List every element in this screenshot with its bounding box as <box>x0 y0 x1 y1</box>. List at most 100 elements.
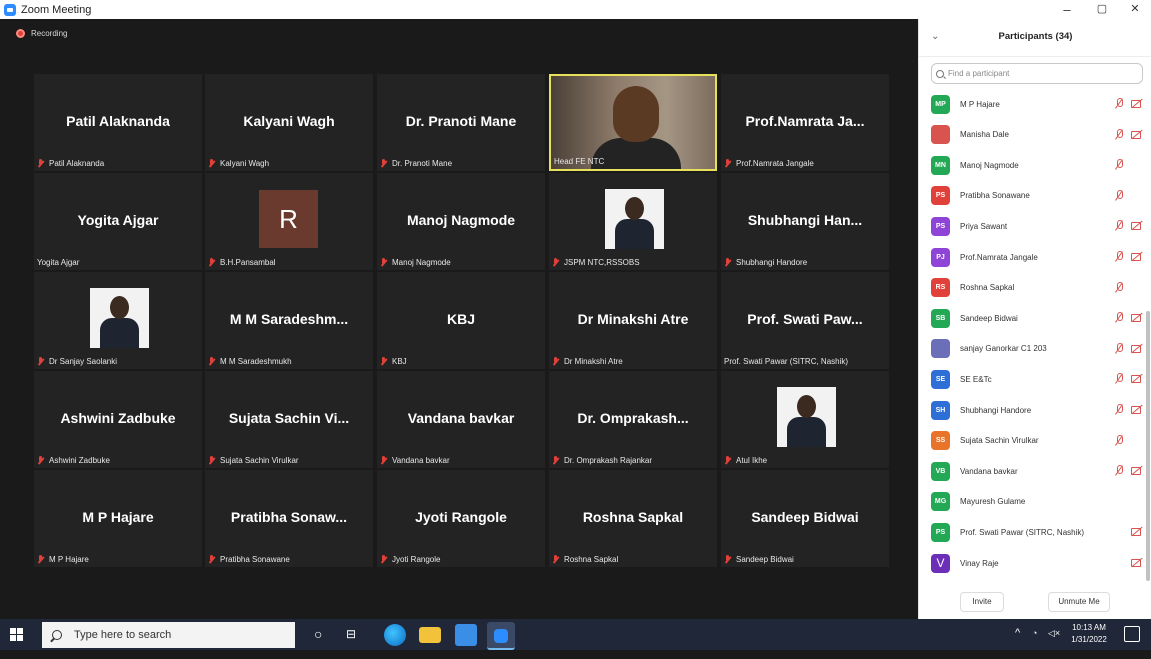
file-explorer-icon[interactable] <box>419 627 441 643</box>
tile-display-name: Manoj Nagmode <box>406 212 516 228</box>
video-tile[interactable]: Ashwini Zadbuke Ashwini Zadbuke <box>34 371 202 468</box>
mic-off-icon <box>1114 312 1125 323</box>
recording-indicator[interactable]: Recording <box>16 29 67 38</box>
participant-row[interactable]: MP M P Hajare <box>931 89 1149 119</box>
video-tile[interactable]: Sandeep Bidwai Sandeep Bidwai <box>721 470 889 567</box>
zoom-taskbar-icon[interactable] <box>487 622 515 650</box>
participant-row[interactable]: MG Mayuresh Gulame <box>931 487 1149 517</box>
mic-off-icon <box>1114 373 1125 384</box>
tile-name-text: Roshna Sapkal <box>564 555 619 564</box>
network-icon[interactable]: ◔ <box>1032 628 1037 659</box>
participant-row[interactable]: PJ Prof.Namrata Jangale <box>931 242 1149 272</box>
tile-name-label: Sujata Sachin Virulkar <box>208 456 299 465</box>
camera-off-icon <box>1131 343 1143 353</box>
notifications-icon[interactable] <box>1124 626 1140 642</box>
video-tile[interactable]: KBJ KBJ <box>377 272 545 369</box>
video-tile[interactable]: Patil Alaknanda Patil Alaknanda <box>34 74 202 171</box>
tile-name-label: Dr. Omprakash Rajankar <box>552 456 652 465</box>
video-tile[interactable]: Shubhangi Han... Shubhangi Handore <box>721 173 889 270</box>
cortana-icon[interactable]: ○ <box>314 626 322 657</box>
invite-button[interactable]: Invite <box>960 592 1004 612</box>
participant-status-icons <box>1108 404 1143 415</box>
tile-name-text: M P Hajare <box>49 555 89 564</box>
participant-name: Pratibha Sonawane <box>960 191 1030 201</box>
participant-row[interactable]: PS Pratibha Sonawane <box>931 181 1149 211</box>
muted-mic-icon <box>37 456 45 465</box>
video-tile[interactable]: Manoj Nagmode Manoj Nagmode <box>377 173 545 270</box>
show-hidden-icons-icon[interactable]: ^ <box>1015 627 1020 658</box>
video-tile[interactable]: M M Saradeshm... M M Saradeshmukh <box>205 272 373 369</box>
video-tile[interactable]: Yogita Ajgar Yogita Ajgar <box>34 173 202 270</box>
video-tile[interactable]: R B.H.Pansambal <box>205 173 373 270</box>
participant-row[interactable]: PS Prof. Swati Pawar (SITRC, Nashik) <box>931 517 1149 547</box>
profile-photo <box>777 387 836 447</box>
title-bar: Zoom Meeting – ▢ ✕ <box>0 0 1151 19</box>
tile-display-name: Sujata Sachin Vi... <box>228 410 350 426</box>
mic-off-icon <box>1114 465 1125 476</box>
unmute-me-button[interactable]: Unmute Me <box>1048 592 1110 612</box>
taskbar-search-input[interactable]: Type here to search <box>42 622 295 648</box>
mic-off-icon <box>1114 342 1125 354</box>
participant-avatar: SE <box>931 369 950 389</box>
participant-row[interactable]: SE SE E&Tc <box>931 364 1149 394</box>
participant-row[interactable]: PS Priya Sawant <box>931 211 1149 241</box>
camera-off-icon <box>1131 465 1143 476</box>
participant-row[interactable]: SH Shubhangi Handore <box>931 395 1149 425</box>
video-tile[interactable]: Head FE NTC <box>549 74 717 171</box>
participant-search-input[interactable]: Find a participant <box>931 63 1143 84</box>
video-tile[interactable]: Jyoti Rangole Jyoti Rangole <box>377 470 545 567</box>
participant-row[interactable]: SB Sandeep Bidwai <box>931 303 1149 333</box>
edge-browser-icon[interactable] <box>384 624 406 646</box>
video-tile[interactable]: Dr. Pranoti Mane Dr. Pranoti Mane <box>377 74 545 171</box>
video-tile[interactable]: M P Hajare M P Hajare <box>34 470 202 567</box>
participant-avatar: RS <box>931 278 950 298</box>
muted-mic-icon <box>37 555 45 564</box>
zoom-window: Zoom Meeting – ▢ ✕ Recording Patil Alakn… <box>0 0 1151 619</box>
volume-icon[interactable]: ◁× <box>1048 628 1060 659</box>
participant-row[interactable]: SS Sujata Sachin Virulkar <box>931 426 1149 456</box>
tile-name-text: Sandeep Bidwai <box>736 555 794 564</box>
participant-row[interactable]: RS Roshna Sapkal <box>931 273 1149 303</box>
tile-display-name: Kalyani Wagh <box>243 113 335 129</box>
participant-row[interactable]: Manisha Dale <box>931 120 1149 150</box>
video-tile[interactable]: JSPM NTC,RSSOBS <box>549 173 717 270</box>
participant-row[interactable]: VB Vandana bavkar <box>931 456 1149 486</box>
taskbar-clock[interactable]: 10:13 AM 1/31/2022 <box>1068 622 1110 646</box>
video-tile[interactable]: Vandana bavkar Vandana bavkar <box>377 371 545 468</box>
participant-row[interactable]: sanjay Ganorkar C1 203 <box>931 334 1149 364</box>
muted-mic-icon <box>724 555 732 564</box>
mic-off-icon <box>1114 434 1125 446</box>
participant-list-scrollbar[interactable] <box>1146 311 1150 581</box>
video-tile[interactable]: Dr Sanjay Saolanki <box>34 272 202 369</box>
video-tile[interactable]: Kalyani Wagh Kalyani Wagh <box>205 74 373 171</box>
store-icon[interactable] <box>455 624 477 646</box>
participant-row[interactable]: MN Manoj Nagmode <box>931 150 1149 180</box>
tile-display-name: Dr. Pranoti Mane <box>405 113 517 129</box>
participant-name: Sandeep Bidwai <box>960 313 1018 323</box>
video-tile[interactable]: Prof.Namrata Ja... Prof.Namrata Jangale <box>721 74 889 171</box>
video-tile[interactable]: Sujata Sachin Vi... Sujata Sachin Virulka… <box>205 371 373 468</box>
close-button[interactable]: ✕ <box>1120 0 1150 19</box>
minimize-button[interactable]: – <box>1052 0 1082 19</box>
video-tile[interactable]: Dr. Omprakash... Dr. Omprakash Rajankar <box>549 371 717 468</box>
video-tile[interactable]: Prof. Swati Paw... Prof. Swati Pawar (SIT… <box>721 272 889 369</box>
participant-row[interactable]: V Vinay Raje <box>931 548 1149 578</box>
video-tile[interactable]: Pratibha Sonaw... Pratibha Sonawane <box>205 470 373 567</box>
muted-mic-icon <box>208 159 216 168</box>
video-tile[interactable]: Dr Minakshi Atre Dr Minakshi Atre <box>549 272 717 369</box>
participant-name: Prof. Swati Pawar (SITRC, Nashik) <box>960 527 1085 537</box>
tile-name-label: Kalyani Wagh <box>208 159 269 168</box>
participant-avatar: VB <box>931 461 950 481</box>
participant-status-icons <box>1108 189 1143 201</box>
profile-photo <box>90 288 149 348</box>
participant-status-icons <box>1108 220 1143 231</box>
video-tile[interactable]: Roshna Sapkal Roshna Sapkal <box>549 470 717 567</box>
muted-mic-icon <box>724 258 732 267</box>
live-video-feed <box>551 76 715 169</box>
video-tile[interactable]: Atul Ikhe <box>721 371 889 468</box>
restore-button[interactable]: ▢ <box>1087 0 1117 19</box>
muted-mic-icon <box>208 555 216 564</box>
windows-start-icon[interactable] <box>10 628 23 641</box>
participant-name: M P Hajare <box>960 99 1000 109</box>
task-view-icon[interactable]: ⊟ <box>346 627 356 658</box>
